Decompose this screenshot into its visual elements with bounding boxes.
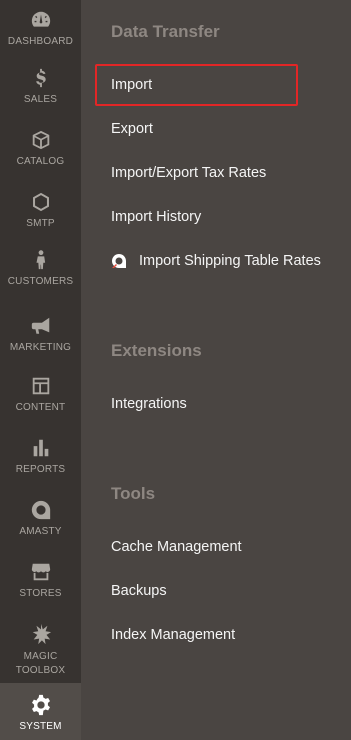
menu-link-index-management[interactable]: Index Management xyxy=(111,625,235,645)
nav-label: SALES xyxy=(23,94,58,105)
nav-item-amasty[interactable]: AMASTY xyxy=(0,498,81,540)
nav-item-reports[interactable]: REPORTS xyxy=(0,436,81,478)
nav-label: CATALOG xyxy=(16,156,65,167)
menu-link-export[interactable]: Export xyxy=(111,119,153,139)
menu-link-import-history[interactable]: Import History xyxy=(111,207,201,227)
section-title-data-transfer: Data Transfer xyxy=(111,22,220,41)
nav-label: DASHBOARD xyxy=(7,36,74,47)
dollar-icon xyxy=(29,66,53,90)
menu-link-label: Import Shipping Table Rates xyxy=(139,253,321,269)
menu-link-cache-management[interactable]: Cache Management xyxy=(111,537,242,557)
nav-label: SYSTEM xyxy=(19,721,62,732)
nav-item-magic-toolbox[interactable]: MAGIC TOOLBOX xyxy=(0,622,81,678)
nav-label: MARKETING xyxy=(9,342,72,353)
nav-item-smtp[interactable]: SMTP xyxy=(0,190,81,232)
nav-item-content[interactable]: CONTENT xyxy=(0,374,81,416)
system-submenu-panel: Data Transfer Import Export Import/Expor… xyxy=(81,0,351,740)
nav-label: SMTP xyxy=(26,218,55,229)
nav-label: AMASTY xyxy=(19,526,62,537)
nav-item-customers[interactable]: CUSTOMERS xyxy=(0,248,81,294)
bar-chart-icon xyxy=(29,436,53,460)
nav-item-stores[interactable]: STORES xyxy=(0,560,81,602)
menu-link-integrations[interactable]: Integrations xyxy=(111,394,187,414)
menu-link-import-export-tax-rates[interactable]: Import/Export Tax Rates xyxy=(111,163,266,183)
gear-icon xyxy=(29,693,53,717)
section-title-extensions: Extensions xyxy=(111,341,202,360)
nav-item-marketing[interactable]: MARKETING xyxy=(0,314,81,356)
nav-label: CUSTOMERS xyxy=(7,276,74,287)
menu-link-backups[interactable]: Backups xyxy=(111,581,167,601)
nav-item-catalog[interactable]: CATALOG xyxy=(0,128,81,170)
admin-sidebar: DASHBOARD SALES CATALOG SMTP CUSTOMERS M… xyxy=(0,0,81,740)
nav-item-sales[interactable]: SALES xyxy=(0,66,81,108)
layout-icon xyxy=(29,374,53,398)
storefront-icon xyxy=(29,560,53,584)
nav-label: STORES xyxy=(19,588,62,599)
nav-label: CONTENT xyxy=(15,402,66,413)
nav-item-system[interactable]: SYSTEM xyxy=(0,683,81,740)
starburst-icon xyxy=(29,622,53,646)
megaphone-icon xyxy=(29,314,53,338)
nav-item-dashboard[interactable]: DASHBOARD xyxy=(0,8,81,50)
nav-label: REPORTS xyxy=(15,464,66,475)
menu-link-import-shipping-table-rates[interactable]: Import Shipping Table Rates xyxy=(111,251,321,271)
dashboard-icon xyxy=(29,8,53,32)
section-title-tools: Tools xyxy=(111,484,156,503)
nav-label-line2: TOOLBOX xyxy=(15,665,66,676)
amasty-logo-icon xyxy=(111,253,127,269)
nav-label-line1: MAGIC xyxy=(23,651,58,662)
person-icon xyxy=(29,248,53,272)
box-icon xyxy=(29,128,53,152)
hexagon-icon xyxy=(29,190,53,214)
menu-link-import[interactable]: Import xyxy=(111,75,152,95)
amasty-logo-icon xyxy=(29,498,53,522)
